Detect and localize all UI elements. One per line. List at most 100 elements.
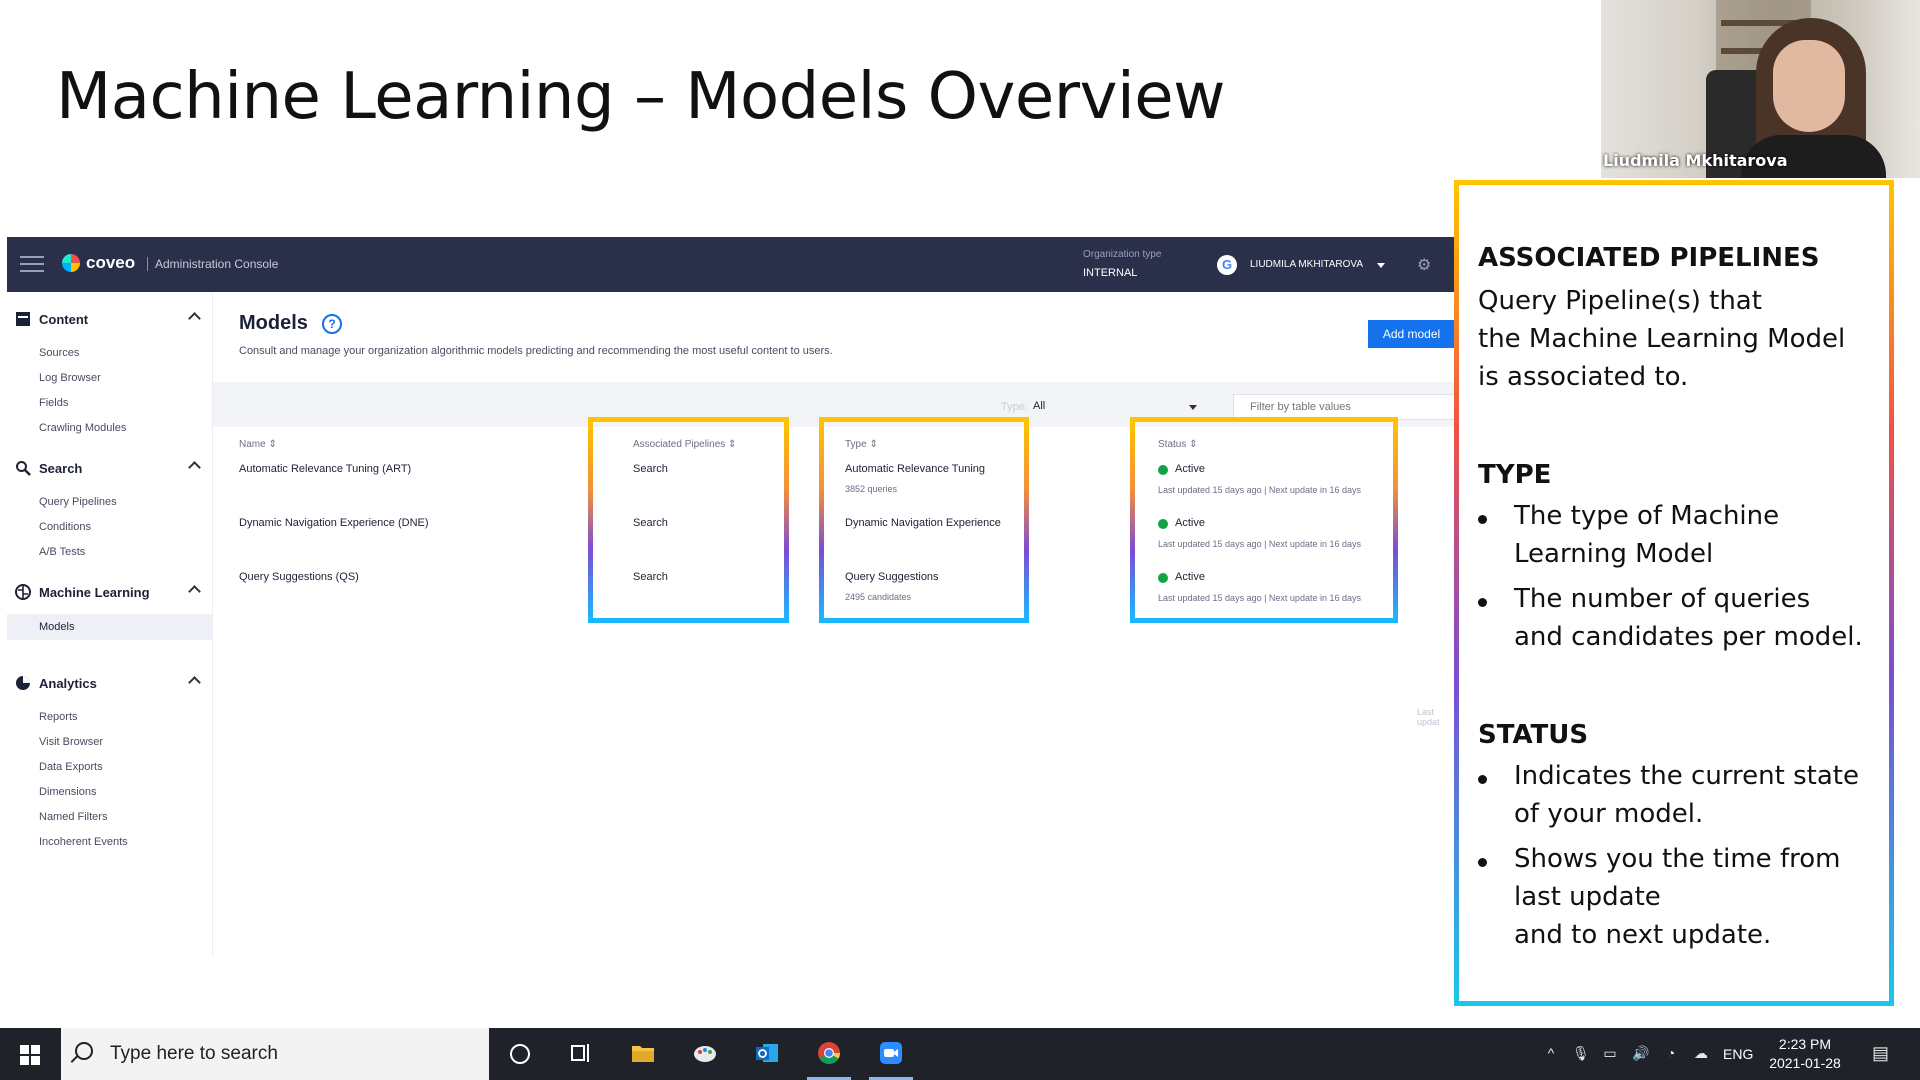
bullet-icon — [1478, 598, 1487, 607]
pipelines-text: the Machine Learning Model — [1478, 324, 1846, 354]
sidebar-section-machine-learning[interactable]: Machine Learning — [7, 582, 212, 608]
type-bullet: and candidates per model. — [1514, 622, 1863, 652]
model-name[interactable]: Automatic Relevance Tuning (ART) — [239, 463, 411, 475]
slide-title: Machine Learning – Models Overview — [56, 60, 1225, 134]
chevron-up-icon[interactable] — [188, 676, 201, 689]
bullet-icon — [1478, 858, 1487, 867]
help-icon[interactable]: ? — [322, 314, 342, 334]
presenter-webcam: Liudmila Mkhitarova — [1601, 0, 1920, 178]
sidebar-item-log-browser[interactable]: Log Browser — [39, 368, 199, 388]
sidebar-item-visit-browser[interactable]: Visit Browser — [39, 732, 199, 752]
status-bullet: and to next update. — [1514, 920, 1772, 950]
language-indicator[interactable]: ENG — [1723, 1046, 1753, 1066]
folder-icon — [632, 1046, 654, 1062]
coveo-logo-icon — [62, 254, 80, 272]
status-heading: STATUS — [1478, 720, 1589, 750]
file-explorer-button[interactable] — [617, 1028, 669, 1080]
sidebar-item-fields[interactable]: Fields — [39, 393, 199, 413]
status-bullet: Indicates the current state — [1514, 761, 1859, 791]
sidebar-item-dimensions[interactable]: Dimensions — [39, 782, 199, 802]
chevron-up-icon[interactable] — [188, 312, 201, 325]
sidebar-section-search[interactable]: Search — [7, 458, 212, 484]
sidebar-item-conditions[interactable]: Conditions — [39, 517, 199, 537]
chrome-icon — [818, 1042, 840, 1064]
paint-app-button[interactable] — [679, 1028, 731, 1080]
cortana-button[interactable] — [494, 1028, 546, 1080]
sidebar-item-named-filters[interactable]: Named Filters — [39, 807, 199, 827]
zoom-button[interactable] — [865, 1028, 917, 1080]
sidebar-section-analytics[interactable]: Analytics — [7, 673, 212, 699]
type-filter-value: All — [1033, 400, 1046, 412]
status-column-highlight — [1130, 417, 1398, 623]
pipelines-heading: ASSOCIATED PIPELINES — [1478, 243, 1820, 273]
page-description: Consult and manage your organization alg… — [239, 345, 833, 357]
status-bullet: of your model. — [1514, 799, 1704, 829]
task-view-icon — [571, 1044, 589, 1062]
chevron-up-icon[interactable] — [188, 585, 201, 598]
brain-icon — [15, 584, 31, 600]
presenter-name: Liudmila Mkhitarova — [1603, 151, 1788, 170]
clock-time: 2:23 PM — [1778, 1036, 1832, 1052]
gear-icon[interactable]: ⚙ — [1417, 255, 1431, 275]
type-bullet: The type of Machine — [1514, 501, 1780, 531]
sidebar-item-reports[interactable]: Reports — [39, 707, 199, 727]
type-filter-label: Type: — [1001, 401, 1028, 413]
taskbar: Type here to search ^ 🎙 ▭ 🔊 ◔ ☁ ENG 2:23… — [0, 1028, 1920, 1080]
coveo-logo[interactable]: coveo — [62, 253, 135, 273]
last-updated-note: Last updat — [1417, 707, 1440, 727]
caret-down-icon — [1189, 405, 1197, 410]
column-header-name[interactable]: Name ⇕ — [239, 439, 277, 450]
paint-icon — [694, 1046, 716, 1062]
search-placeholder: Type here to search — [110, 1043, 278, 1064]
bullet-icon — [1478, 775, 1487, 784]
type-heading: TYPE — [1478, 460, 1552, 490]
search-icon — [16, 461, 31, 476]
pie-chart-icon — [16, 676, 30, 690]
top-bar: coveo Administration Console Organizatio… — [7, 237, 1455, 292]
wifi-icon[interactable]: ◔ — [1663, 1045, 1679, 1061]
pipelines-text: Query Pipeline(s) that — [1478, 286, 1762, 316]
notifications-icon[interactable]: ▤ — [1872, 1044, 1889, 1062]
caret-down-icon[interactable] — [1377, 263, 1385, 268]
sidebar-item-sources[interactable]: Sources — [39, 343, 199, 363]
org-type-label: Organization type — [1083, 249, 1162, 260]
admin-console: coveo Administration Console Organizatio… — [7, 237, 1455, 957]
outlook-button[interactable] — [741, 1028, 793, 1080]
start-button[interactable] — [0, 1028, 60, 1080]
sidebar-item-ab-tests[interactable]: A/B Tests — [39, 542, 199, 562]
explanation-panel: ASSOCIATED PIPELINES Query Pipeline(s) t… — [1454, 180, 1894, 1006]
battery-icon[interactable]: ▭ — [1602, 1045, 1618, 1061]
google-account-icon[interactable]: G — [1217, 255, 1237, 275]
sidebar-section-content[interactable]: Content — [7, 309, 212, 335]
microphone-icon[interactable]: 🎙 — [1572, 1045, 1590, 1061]
org-type-value: INTERNAL — [1083, 267, 1138, 279]
taskbar-search-box[interactable]: Type here to search — [61, 1028, 489, 1080]
chevron-up-icon[interactable] — [188, 461, 201, 474]
chrome-button[interactable] — [803, 1028, 855, 1080]
sidebar-item-models[interactable]: Models — [7, 614, 212, 640]
system-clock[interactable]: 2:23 PM 2021-01-28 — [1755, 1035, 1855, 1073]
type-bullet: The number of queries — [1514, 584, 1811, 614]
model-name[interactable]: Query Suggestions (QS) — [239, 571, 359, 583]
bullet-icon — [1478, 515, 1487, 524]
volume-icon[interactable]: 🔊 — [1632, 1045, 1649, 1061]
presenter-face-image — [1773, 40, 1845, 132]
sidebar-item-incoherent-events[interactable]: Incoherent Events — [39, 832, 199, 852]
model-name[interactable]: Dynamic Navigation Experience (DNE) — [239, 517, 429, 529]
sidebar-item-query-pipelines[interactable]: Query Pipelines — [39, 492, 199, 512]
status-bullet: last update — [1514, 882, 1661, 912]
windows-icon — [20, 1045, 40, 1065]
type-bullet: Learning Model — [1514, 539, 1714, 569]
task-view-button[interactable] — [555, 1028, 607, 1080]
onedrive-icon[interactable]: ☁ — [1693, 1045, 1709, 1061]
page-title: Models — [239, 312, 308, 334]
chevron-up-icon[interactable]: ^ — [1543, 1045, 1559, 1061]
sidebar-item-data-exports[interactable]: Data Exports — [39, 757, 199, 777]
clock-date: 2021-01-28 — [1769, 1055, 1841, 1071]
pipelines-column-highlight — [588, 417, 789, 623]
menu-icon[interactable] — [20, 256, 44, 272]
zoom-icon — [880, 1042, 902, 1064]
add-model-button[interactable]: Add model — [1368, 320, 1455, 348]
user-menu[interactable]: LIUDMILA MKHITAROVA — [1250, 259, 1363, 270]
sidebar-item-crawling-modules[interactable]: Crawling Modules — [39, 418, 199, 438]
